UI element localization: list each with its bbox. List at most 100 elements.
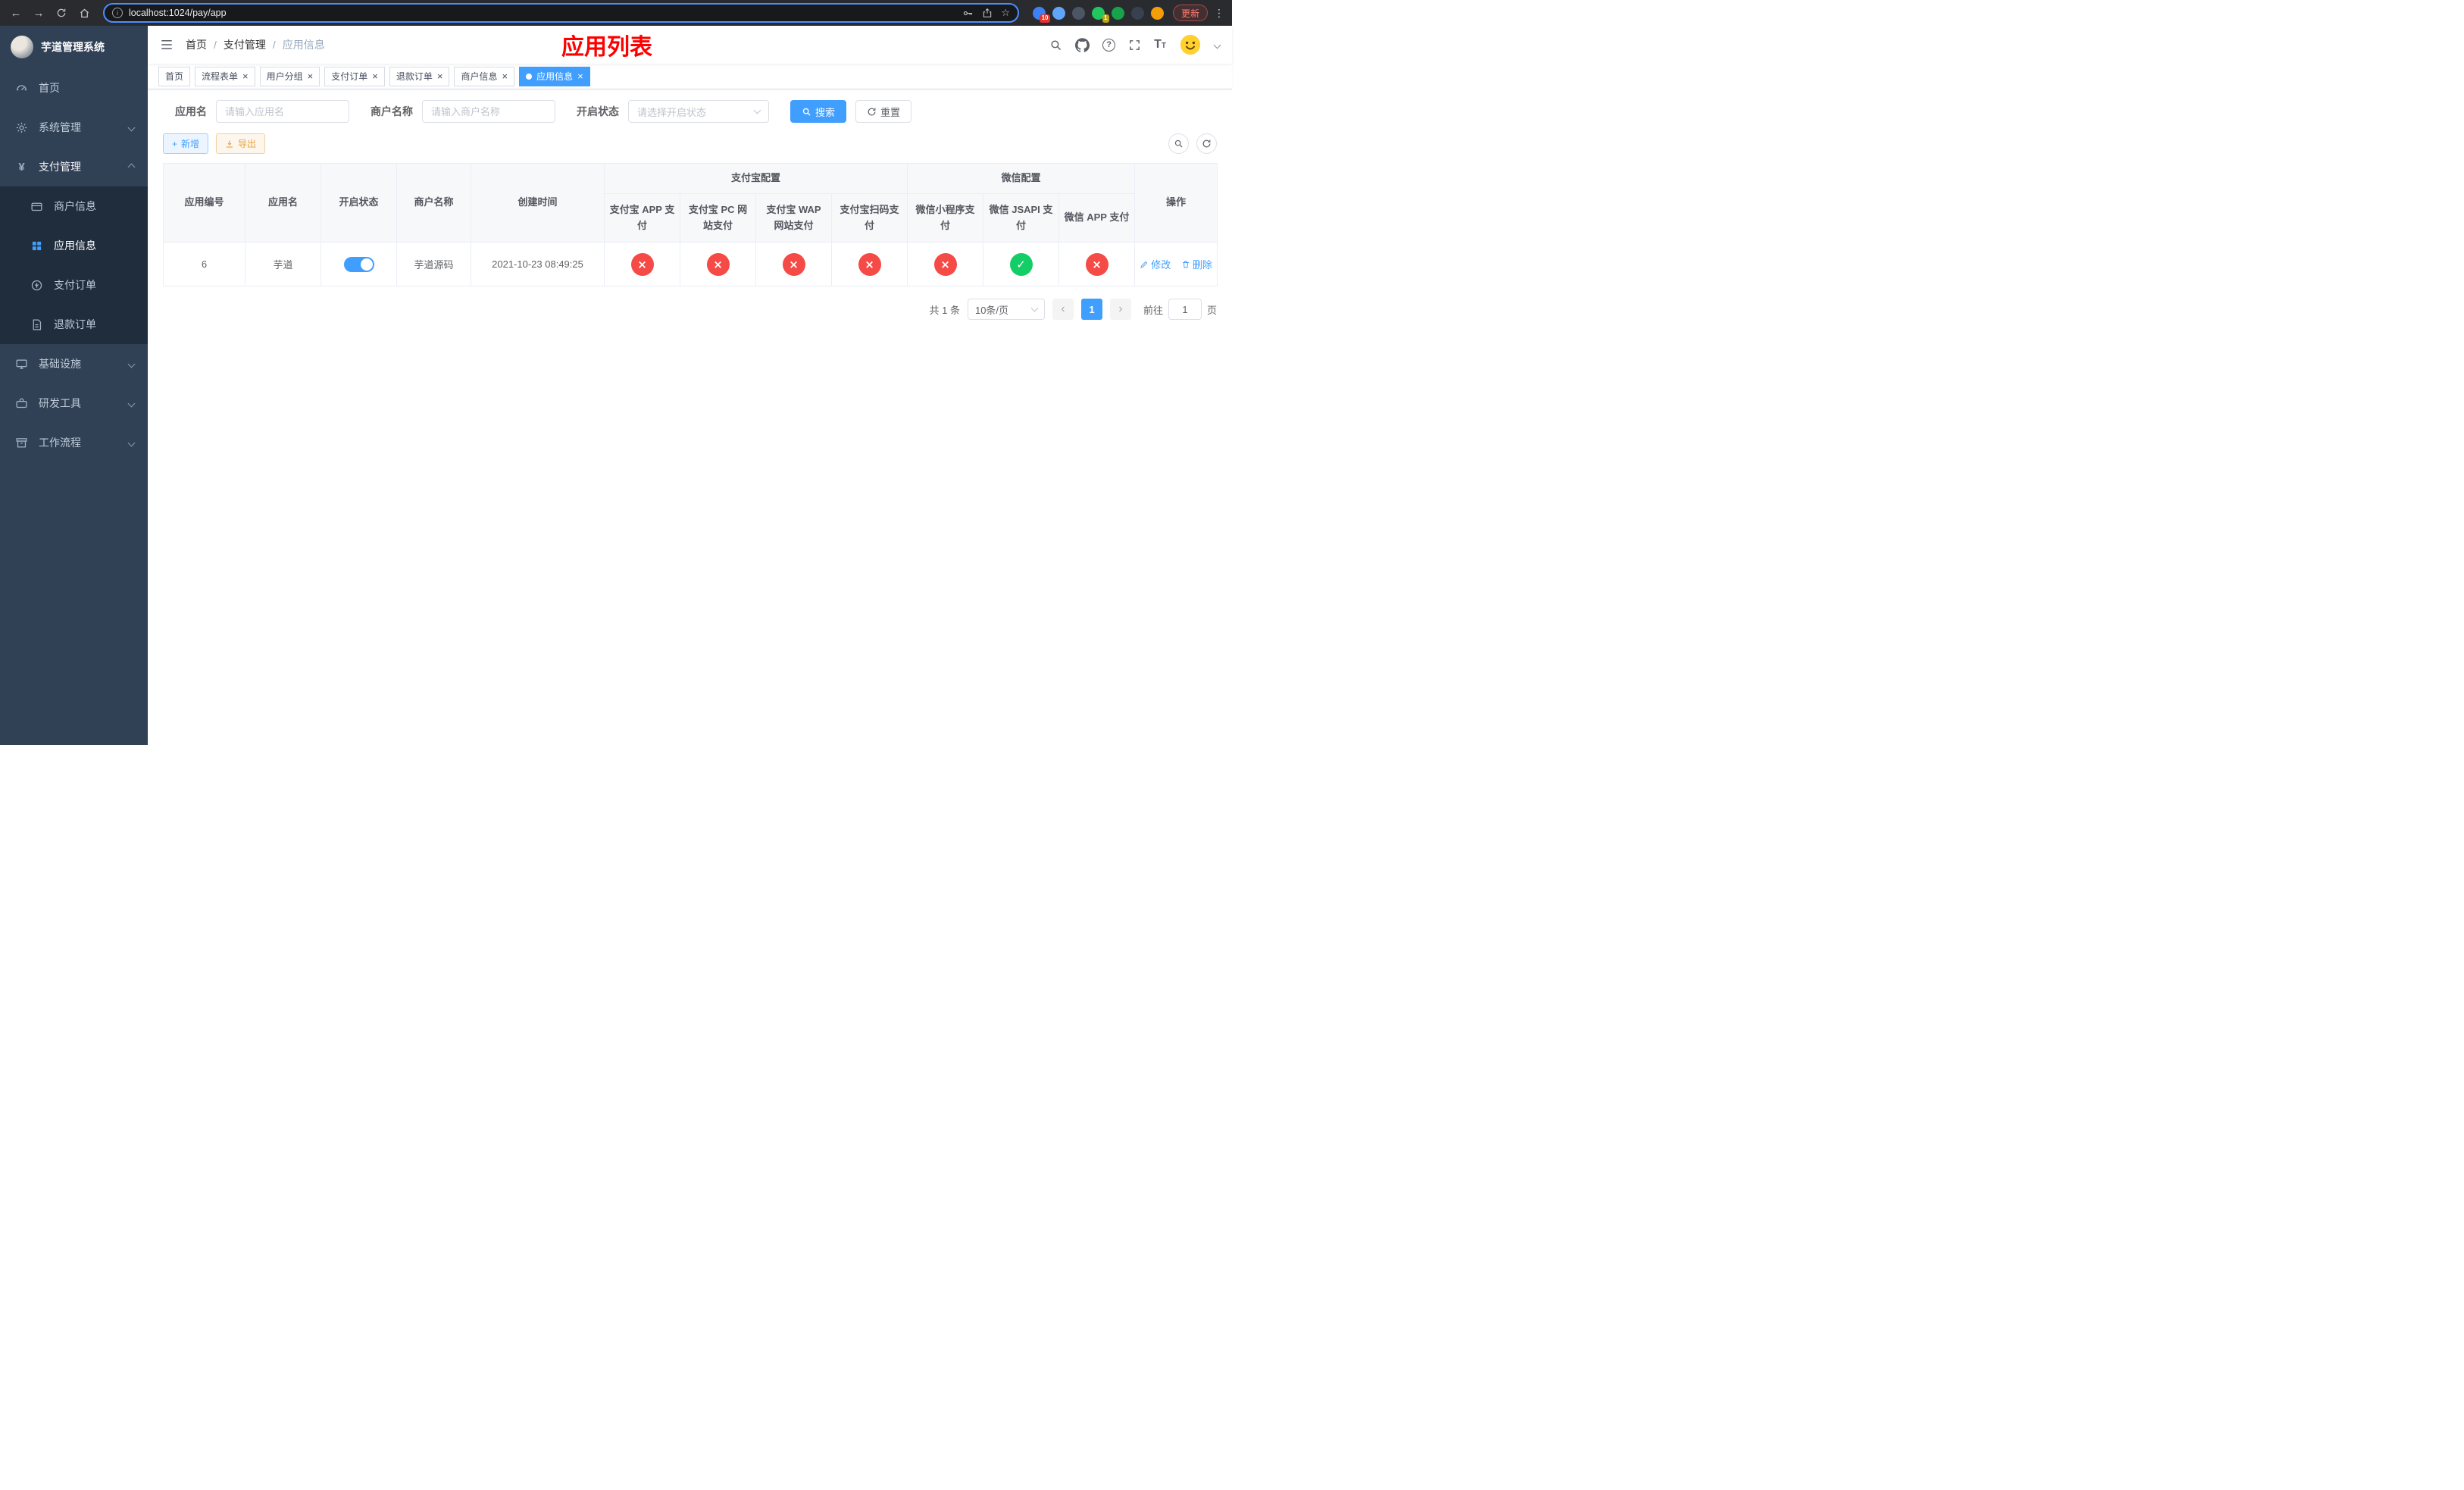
download-icon bbox=[227, 140, 233, 148]
font-size-icon[interactable]: TT bbox=[1154, 39, 1166, 51]
tab-close-icon[interactable]: × bbox=[308, 71, 314, 81]
toggle-search-button[interactable] bbox=[1168, 133, 1189, 154]
chevron-down-icon bbox=[1030, 304, 1039, 312]
sidebar-menu: 首页 系统管理 ¥ 支付管理 商户信息 应用信息 支付订单 退款订单 基础设施 … bbox=[0, 68, 148, 462]
github-icon[interactable] bbox=[1075, 37, 1090, 52]
next-page-button[interactable]: › bbox=[1109, 299, 1131, 320]
logo-image bbox=[11, 36, 33, 58]
sidebar-item-payment[interactable]: ¥ 支付管理 bbox=[0, 147, 148, 186]
share-icon[interactable] bbox=[982, 8, 993, 18]
browser-reload-button[interactable] bbox=[53, 5, 70, 21]
sidebar-item-refund-order[interactable]: 退款订单 bbox=[0, 305, 148, 344]
extension-icon-3[interactable] bbox=[1071, 6, 1085, 20]
sidebar-item-workflow[interactable]: 工作流程 bbox=[0, 423, 148, 462]
tab-close-icon[interactable]: × bbox=[437, 71, 443, 81]
help-icon[interactable]: ? bbox=[1102, 38, 1116, 52]
sidebar-item-pay-order[interactable]: 支付订单 bbox=[0, 265, 148, 305]
site-info-icon[interactable]: i bbox=[112, 8, 123, 18]
breadcrumb-home[interactable]: 首页 bbox=[186, 37, 207, 52]
status-cross-icon: × bbox=[630, 252, 654, 276]
search-button[interactable]: 搜索 bbox=[790, 100, 847, 123]
export-button[interactable]: 导出 bbox=[216, 133, 266, 154]
cell-status bbox=[321, 242, 397, 286]
prev-page-button[interactable]: ‹ bbox=[1052, 299, 1074, 320]
sidebar-item-infrastructure[interactable]: 基础设施 bbox=[0, 344, 148, 383]
browser-forward-button[interactable]: → bbox=[30, 5, 47, 21]
goto-page-input[interactable] bbox=[1168, 299, 1202, 320]
reset-button[interactable]: 重置 bbox=[855, 100, 912, 123]
chevron-down-icon bbox=[127, 439, 136, 446]
plus-icon: + bbox=[172, 138, 178, 149]
fullscreen-icon[interactable] bbox=[1128, 39, 1141, 52]
tab-close-icon[interactable]: × bbox=[372, 71, 378, 81]
sidebar-item-app-info[interactable]: 应用信息 bbox=[0, 226, 148, 265]
extension-icon-1[interactable]: 10 bbox=[1032, 6, 1050, 23]
extension-icon-2[interactable] bbox=[1052, 6, 1065, 20]
extension-icon-6[interactable] bbox=[1130, 6, 1144, 20]
user-avatar[interactable] bbox=[1179, 33, 1202, 56]
tab-user-group[interactable]: 用户分组 × bbox=[259, 66, 321, 86]
cell-merchant: 芋道源码 bbox=[396, 242, 471, 286]
refresh-table-button[interactable] bbox=[1196, 133, 1217, 154]
hamburger-menu-icon[interactable] bbox=[148, 26, 186, 64]
sidebar-item-merchant-info[interactable]: 商户信息 bbox=[0, 186, 148, 226]
tab-refund-order[interactable]: 退款订单 × bbox=[389, 66, 450, 86]
sidebar-item-dev-tools[interactable]: 研发工具 bbox=[0, 383, 148, 423]
sidebar-item-system[interactable]: 系统管理 bbox=[0, 108, 148, 147]
tab-label: 流程表单 bbox=[202, 71, 239, 82]
app-name-input[interactable] bbox=[216, 100, 349, 123]
cell-app-id: 6 bbox=[163, 242, 245, 286]
extension-icon-7[interactable] bbox=[1150, 6, 1164, 20]
tab-close-icon[interactable]: × bbox=[502, 71, 508, 81]
merchant-name-input[interactable] bbox=[422, 100, 555, 123]
edit-link-label: 修改 bbox=[1151, 259, 1171, 271]
bookmark-star-icon[interactable]: ☆ bbox=[1001, 7, 1010, 19]
delete-link[interactable]: 删除 bbox=[1181, 257, 1212, 271]
sidebar-item-label: 基础设施 bbox=[39, 358, 81, 370]
tab-home[interactable]: 首页 bbox=[158, 66, 191, 86]
status-select[interactable]: 请选择开启状态 bbox=[628, 100, 769, 123]
col-header-app-id: 应用编号 bbox=[163, 163, 245, 243]
tab-close-icon[interactable]: × bbox=[577, 71, 583, 81]
group-header-alipay: 支付宝配置 bbox=[603, 163, 908, 194]
page-number-button[interactable]: 1 bbox=[1080, 299, 1102, 320]
search-icon[interactable] bbox=[1049, 39, 1062, 52]
add-button[interactable]: + 新增 bbox=[163, 133, 209, 154]
breadcrumb-separator: / bbox=[214, 39, 217, 51]
tab-app-info[interactable]: 应用信息 × bbox=[519, 66, 590, 86]
address-bar[interactable]: i localhost:1024/pay/app ☆ bbox=[103, 3, 1019, 23]
enable-toggle[interactable] bbox=[343, 256, 374, 272]
tab-process-form[interactable]: 流程表单 × bbox=[195, 66, 255, 86]
breadcrumb-current: 应用信息 bbox=[282, 39, 325, 51]
tab-pay-order[interactable]: 支付订单 × bbox=[324, 66, 385, 86]
browser-back-button[interactable]: ← bbox=[8, 5, 24, 21]
chevron-down-icon bbox=[127, 360, 136, 368]
extension-icon-4[interactable]: 1 bbox=[1091, 6, 1109, 23]
merchant-name-label: 商户名称 bbox=[371, 105, 413, 117]
edit-link[interactable]: 修改 bbox=[1140, 257, 1171, 271]
breadcrumb: 首页 / 支付管理 / 应用信息 bbox=[186, 37, 325, 52]
col-header-alipay-app: 支付宝 APP 支付 bbox=[604, 193, 680, 243]
cell-wx-jsapi: ✓ bbox=[983, 242, 1060, 286]
browser-toolbar: ← → i localhost:1024/pay/app ☆ 10 1 更新 ⋮ bbox=[0, 0, 1232, 26]
col-header-actions: 操作 bbox=[1134, 163, 1218, 243]
breadcrumb-payment[interactable]: 支付管理 bbox=[224, 37, 266, 52]
browser-update-button[interactable]: 更新 bbox=[1172, 5, 1208, 21]
tab-merchant-info[interactable]: 商户信息 × bbox=[454, 66, 515, 86]
extension-icon-5[interactable] bbox=[1111, 6, 1124, 20]
tab-close-icon[interactable]: × bbox=[242, 71, 249, 81]
page-content: 应用名 商户名称 开启状态 请选择开启状态 搜索 重置 bbox=[148, 89, 1232, 745]
sidebar-item-home[interactable]: 首页 bbox=[0, 68, 148, 108]
refresh-icon bbox=[1202, 139, 1211, 148]
sidebar: 芋道管理系统 首页 系统管理 ¥ 支付管理 商户信息 应用信息 支付订单 退款订… bbox=[0, 26, 148, 745]
tab-label: 应用信息 bbox=[536, 71, 574, 82]
page-size-select[interactable]: 10条/页 bbox=[967, 299, 1045, 320]
avatar-caret-icon[interactable] bbox=[1213, 41, 1221, 49]
chevron-down-icon bbox=[127, 124, 136, 131]
browser-home-button[interactable] bbox=[76, 5, 92, 21]
delete-link-label: 删除 bbox=[1192, 259, 1212, 271]
browser-menu-icon[interactable]: ⋮ bbox=[1214, 7, 1224, 20]
password-key-icon[interactable] bbox=[962, 8, 974, 19]
status-cross-icon: × bbox=[706, 252, 730, 276]
tab-label: 退款订单 bbox=[396, 71, 433, 82]
